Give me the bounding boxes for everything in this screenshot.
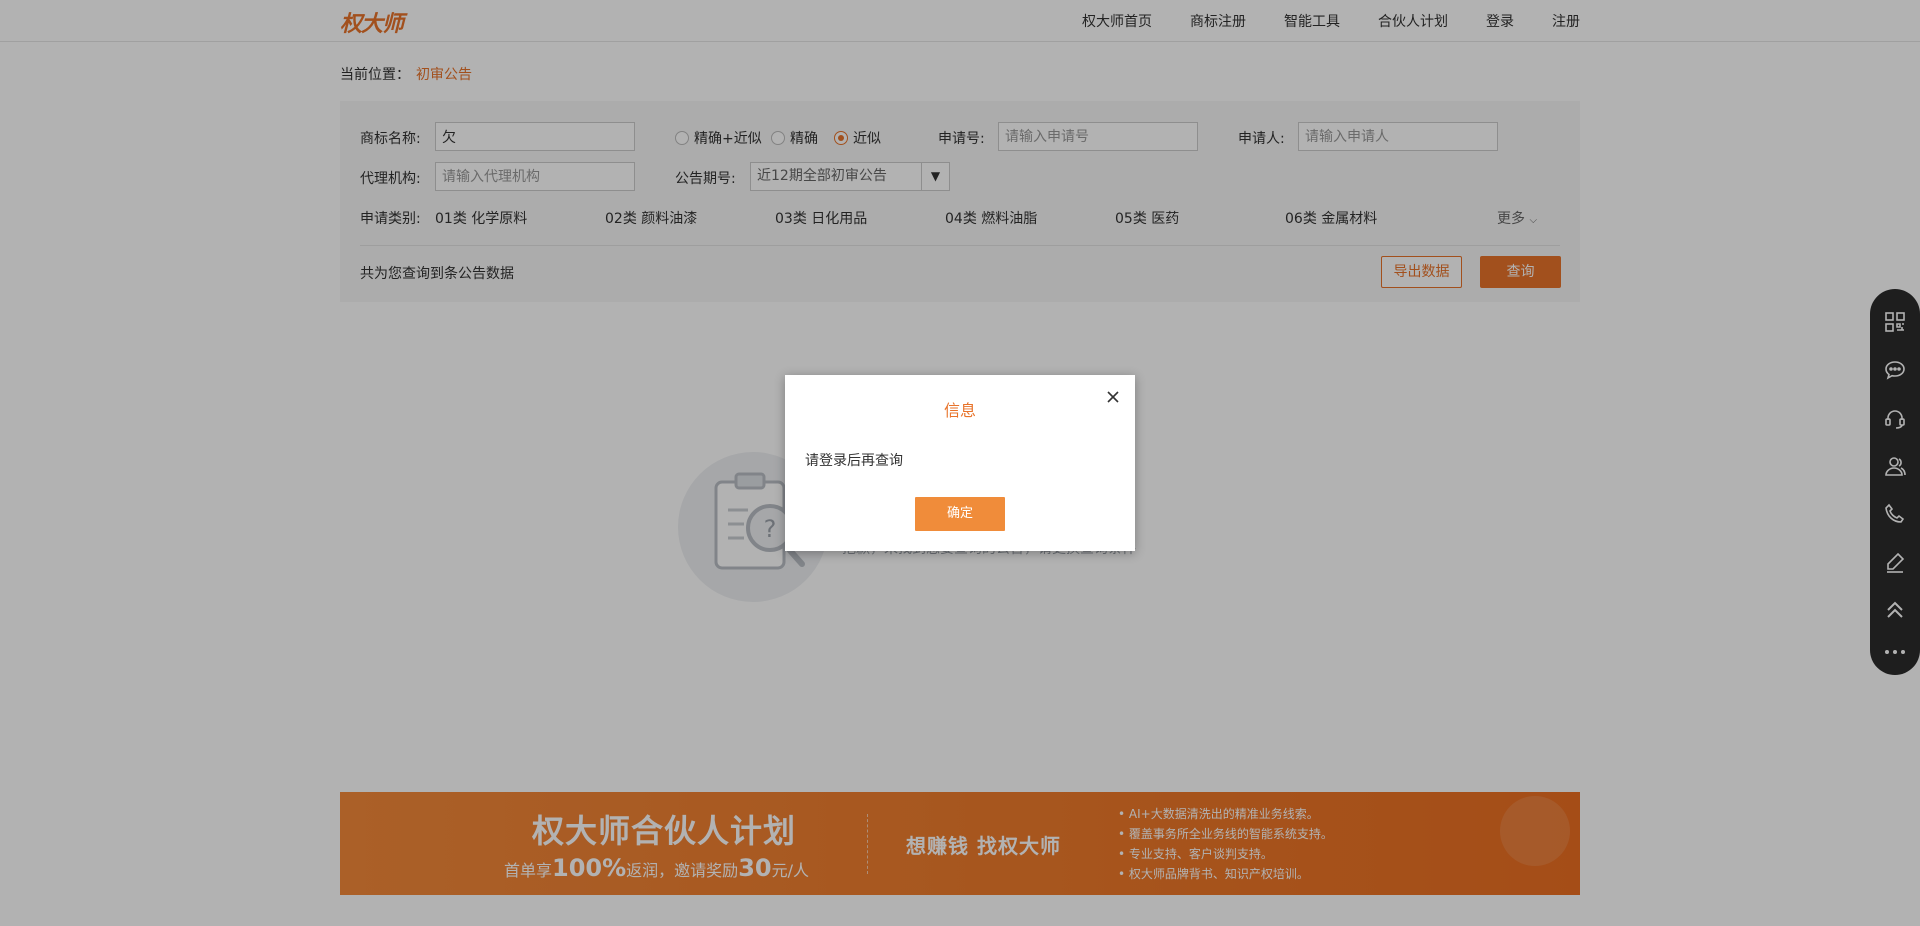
dialog-message: 请登录后再查询 (805, 453, 903, 469)
confirm-button[interactable]: 确定 (915, 497, 1005, 531)
dialog-title: 信息 (943, 401, 976, 420)
info-dialog: 信息 请登录后再查询 确定 (785, 375, 1135, 551)
close-icon[interactable] (1105, 389, 1121, 405)
